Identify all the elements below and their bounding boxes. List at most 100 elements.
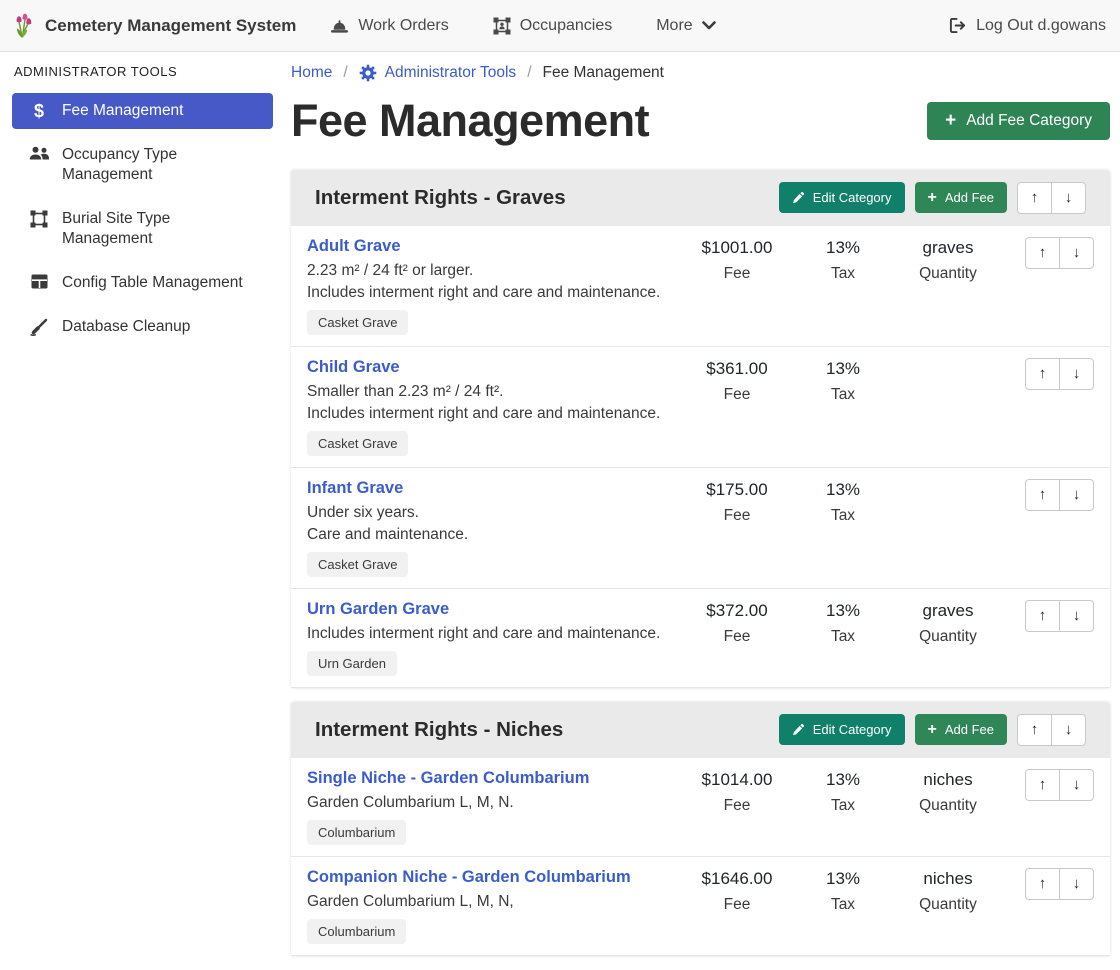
quantity-value: graves [888, 601, 1008, 621]
fee-name-link[interactable]: Adult Grave [307, 237, 401, 256]
fee-description: Includes interment right and care and ma… [307, 284, 668, 302]
category-title: Interment Rights - Graves [315, 186, 566, 210]
move-fee-up-button[interactable]: ↑ [1025, 237, 1060, 269]
nav-work-orders[interactable]: Work Orders [330, 17, 448, 35]
breadcrumb-admin-tools-link[interactable]: Administrator Tools [359, 64, 517, 82]
sidebar-heading: ADMINISTRATOR TOOLS [0, 64, 285, 79]
sidebar-item-burial-site-type-management[interactable]: Burial Site Type Management [12, 201, 273, 257]
plus-icon: + [945, 114, 956, 128]
arrow-down-icon: ↓ [1073, 486, 1081, 503]
quantity-column: graves Quantity [888, 237, 1008, 335]
move-fee-up-button[interactable]: ↑ [1025, 868, 1060, 900]
logout-icon [948, 17, 967, 34]
fee-description: 2.23 m² / 24 ft² or larger. [307, 262, 668, 280]
tulip-logo-icon [14, 12, 36, 39]
fee-amount-label: Fee [676, 628, 798, 646]
edit-category-label: Edit Category [813, 722, 892, 737]
move-fee-up-button[interactable]: ↑ [1025, 600, 1060, 632]
fee-row: Adult Grave 2.23 m² / 24 ft² or larger. … [291, 226, 1110, 347]
arrow-up-icon: ↑ [1039, 776, 1047, 793]
add-fee-category-button[interactable]: + Add Fee Category [927, 102, 1110, 140]
dollar-icon: $ [28, 101, 50, 120]
occupancy-frame-icon [493, 17, 511, 35]
sidebar-item-label: Database Cleanup [62, 317, 190, 337]
add-fee-button[interactable]: + Add Fee [915, 182, 1008, 213]
nav-more-menu[interactable]: More [656, 17, 715, 35]
fee-name-link[interactable]: Single Niche - Garden Columbarium [307, 769, 589, 788]
fee-reorder-group: ↑ ↓ [1008, 479, 1094, 577]
move-fee-up-button[interactable]: ↑ [1025, 479, 1060, 511]
fee-description: Includes interment right and care and ma… [307, 405, 668, 423]
quantity-label: Quantity [888, 896, 1008, 914]
category-title: Interment Rights - Niches [315, 718, 563, 742]
quantity-label: Quantity [888, 628, 1008, 646]
quantity-column: niches Quantity [888, 769, 1008, 845]
fee-description: Under six years. [307, 504, 668, 522]
quantity-label: Quantity [888, 797, 1008, 815]
page-title: Fee Management [291, 96, 649, 146]
fee-row: Single Niche - Garden Columbarium Garden… [291, 758, 1110, 857]
move-fee-down-button[interactable]: ↓ [1059, 769, 1094, 801]
move-fee-down-button[interactable]: ↓ [1059, 479, 1094, 511]
app-title: Cemetery Management System [45, 16, 296, 36]
tax-column: 13% Tax [798, 479, 888, 577]
tax-label: Tax [798, 386, 888, 404]
fee-amount-value: $175.00 [676, 480, 798, 500]
fee-description: Care and maintenance. [307, 526, 668, 544]
category-reorder-group: ↑ ↓ [1017, 182, 1086, 214]
tax-value: 13% [798, 359, 888, 379]
fee-amount-value: $361.00 [676, 359, 798, 379]
chevron-down-icon [702, 21, 716, 30]
logout-button[interactable]: Log Out d.gowans [948, 17, 1106, 35]
fee-amount-column: $372.00 Fee [676, 600, 798, 676]
edit-category-button[interactable]: Edit Category [779, 714, 905, 745]
sidebar-item-config-table-management[interactable]: Config Table Management [12, 265, 273, 301]
fee-amount-column: $1646.00 Fee [676, 868, 798, 944]
move-fee-down-button[interactable]: ↓ [1059, 868, 1094, 900]
move-fee-up-button[interactable]: ↑ [1025, 769, 1060, 801]
tax-value: 13% [798, 869, 888, 889]
fee-name-link[interactable]: Companion Niche - Garden Columbarium [307, 868, 631, 887]
tax-column: 13% Tax [798, 769, 888, 845]
users-icon [28, 145, 50, 161]
fee-name-link[interactable]: Urn Garden Grave [307, 600, 449, 619]
arrow-up-icon: ↑ [1031, 189, 1039, 206]
arrow-up-icon: ↑ [1039, 607, 1047, 624]
move-fee-up-button[interactable]: ↑ [1025, 358, 1060, 390]
tax-label: Tax [798, 896, 888, 914]
move-category-down-button[interactable]: ↓ [1051, 714, 1086, 746]
move-fee-down-button[interactable]: ↓ [1059, 237, 1094, 269]
add-fee-label: Add Fee [945, 722, 994, 737]
move-category-up-button[interactable]: ↑ [1017, 714, 1052, 746]
category-reorder-group: ↑ ↓ [1017, 714, 1086, 746]
pencil-icon [792, 723, 805, 736]
fee-description: Garden Columbarium L, M, N. [307, 794, 668, 812]
fee-name-link[interactable]: Child Grave [307, 358, 400, 377]
fee-name-link[interactable]: Infant Grave [307, 479, 403, 498]
move-fee-down-button[interactable]: ↓ [1059, 600, 1094, 632]
tax-value: 13% [798, 480, 888, 500]
fee-type-badge: Casket Grave [307, 310, 408, 335]
broom-icon [28, 317, 50, 336]
fee-type-badge: Casket Grave [307, 552, 408, 577]
fee-info: Companion Niche - Garden Columbarium Gar… [307, 868, 676, 944]
breadcrumb-home-link[interactable]: Home [291, 64, 332, 82]
gear-icon [359, 64, 377, 82]
quantity-value: niches [888, 869, 1008, 889]
fee-description: Garden Columbarium L, M, N, [307, 893, 668, 911]
edit-category-button[interactable]: Edit Category [779, 182, 905, 213]
fee-row: Child Grave Smaller than 2.23 m² / 24 ft… [291, 347, 1110, 468]
sidebar-item-fee-management[interactable]: $ Fee Management [12, 93, 273, 129]
tax-label: Tax [798, 797, 888, 815]
nav-occupancies[interactable]: Occupancies [493, 17, 613, 35]
fee-amount-value: $1014.00 [676, 770, 798, 790]
category-header: Interment Rights - Niches Edit Category … [291, 702, 1110, 758]
sidebar-item-database-cleanup[interactable]: Database Cleanup [12, 309, 273, 345]
move-category-down-button[interactable]: ↓ [1051, 182, 1086, 214]
arrow-down-icon: ↓ [1073, 875, 1081, 892]
sidebar-item-occupancy-type-management[interactable]: Occupancy Type Management [12, 137, 273, 193]
sidebar-item-label: Config Table Management [62, 273, 243, 293]
move-fee-down-button[interactable]: ↓ [1059, 358, 1094, 390]
move-category-up-button[interactable]: ↑ [1017, 182, 1052, 214]
add-fee-button[interactable]: + Add Fee [915, 714, 1008, 745]
